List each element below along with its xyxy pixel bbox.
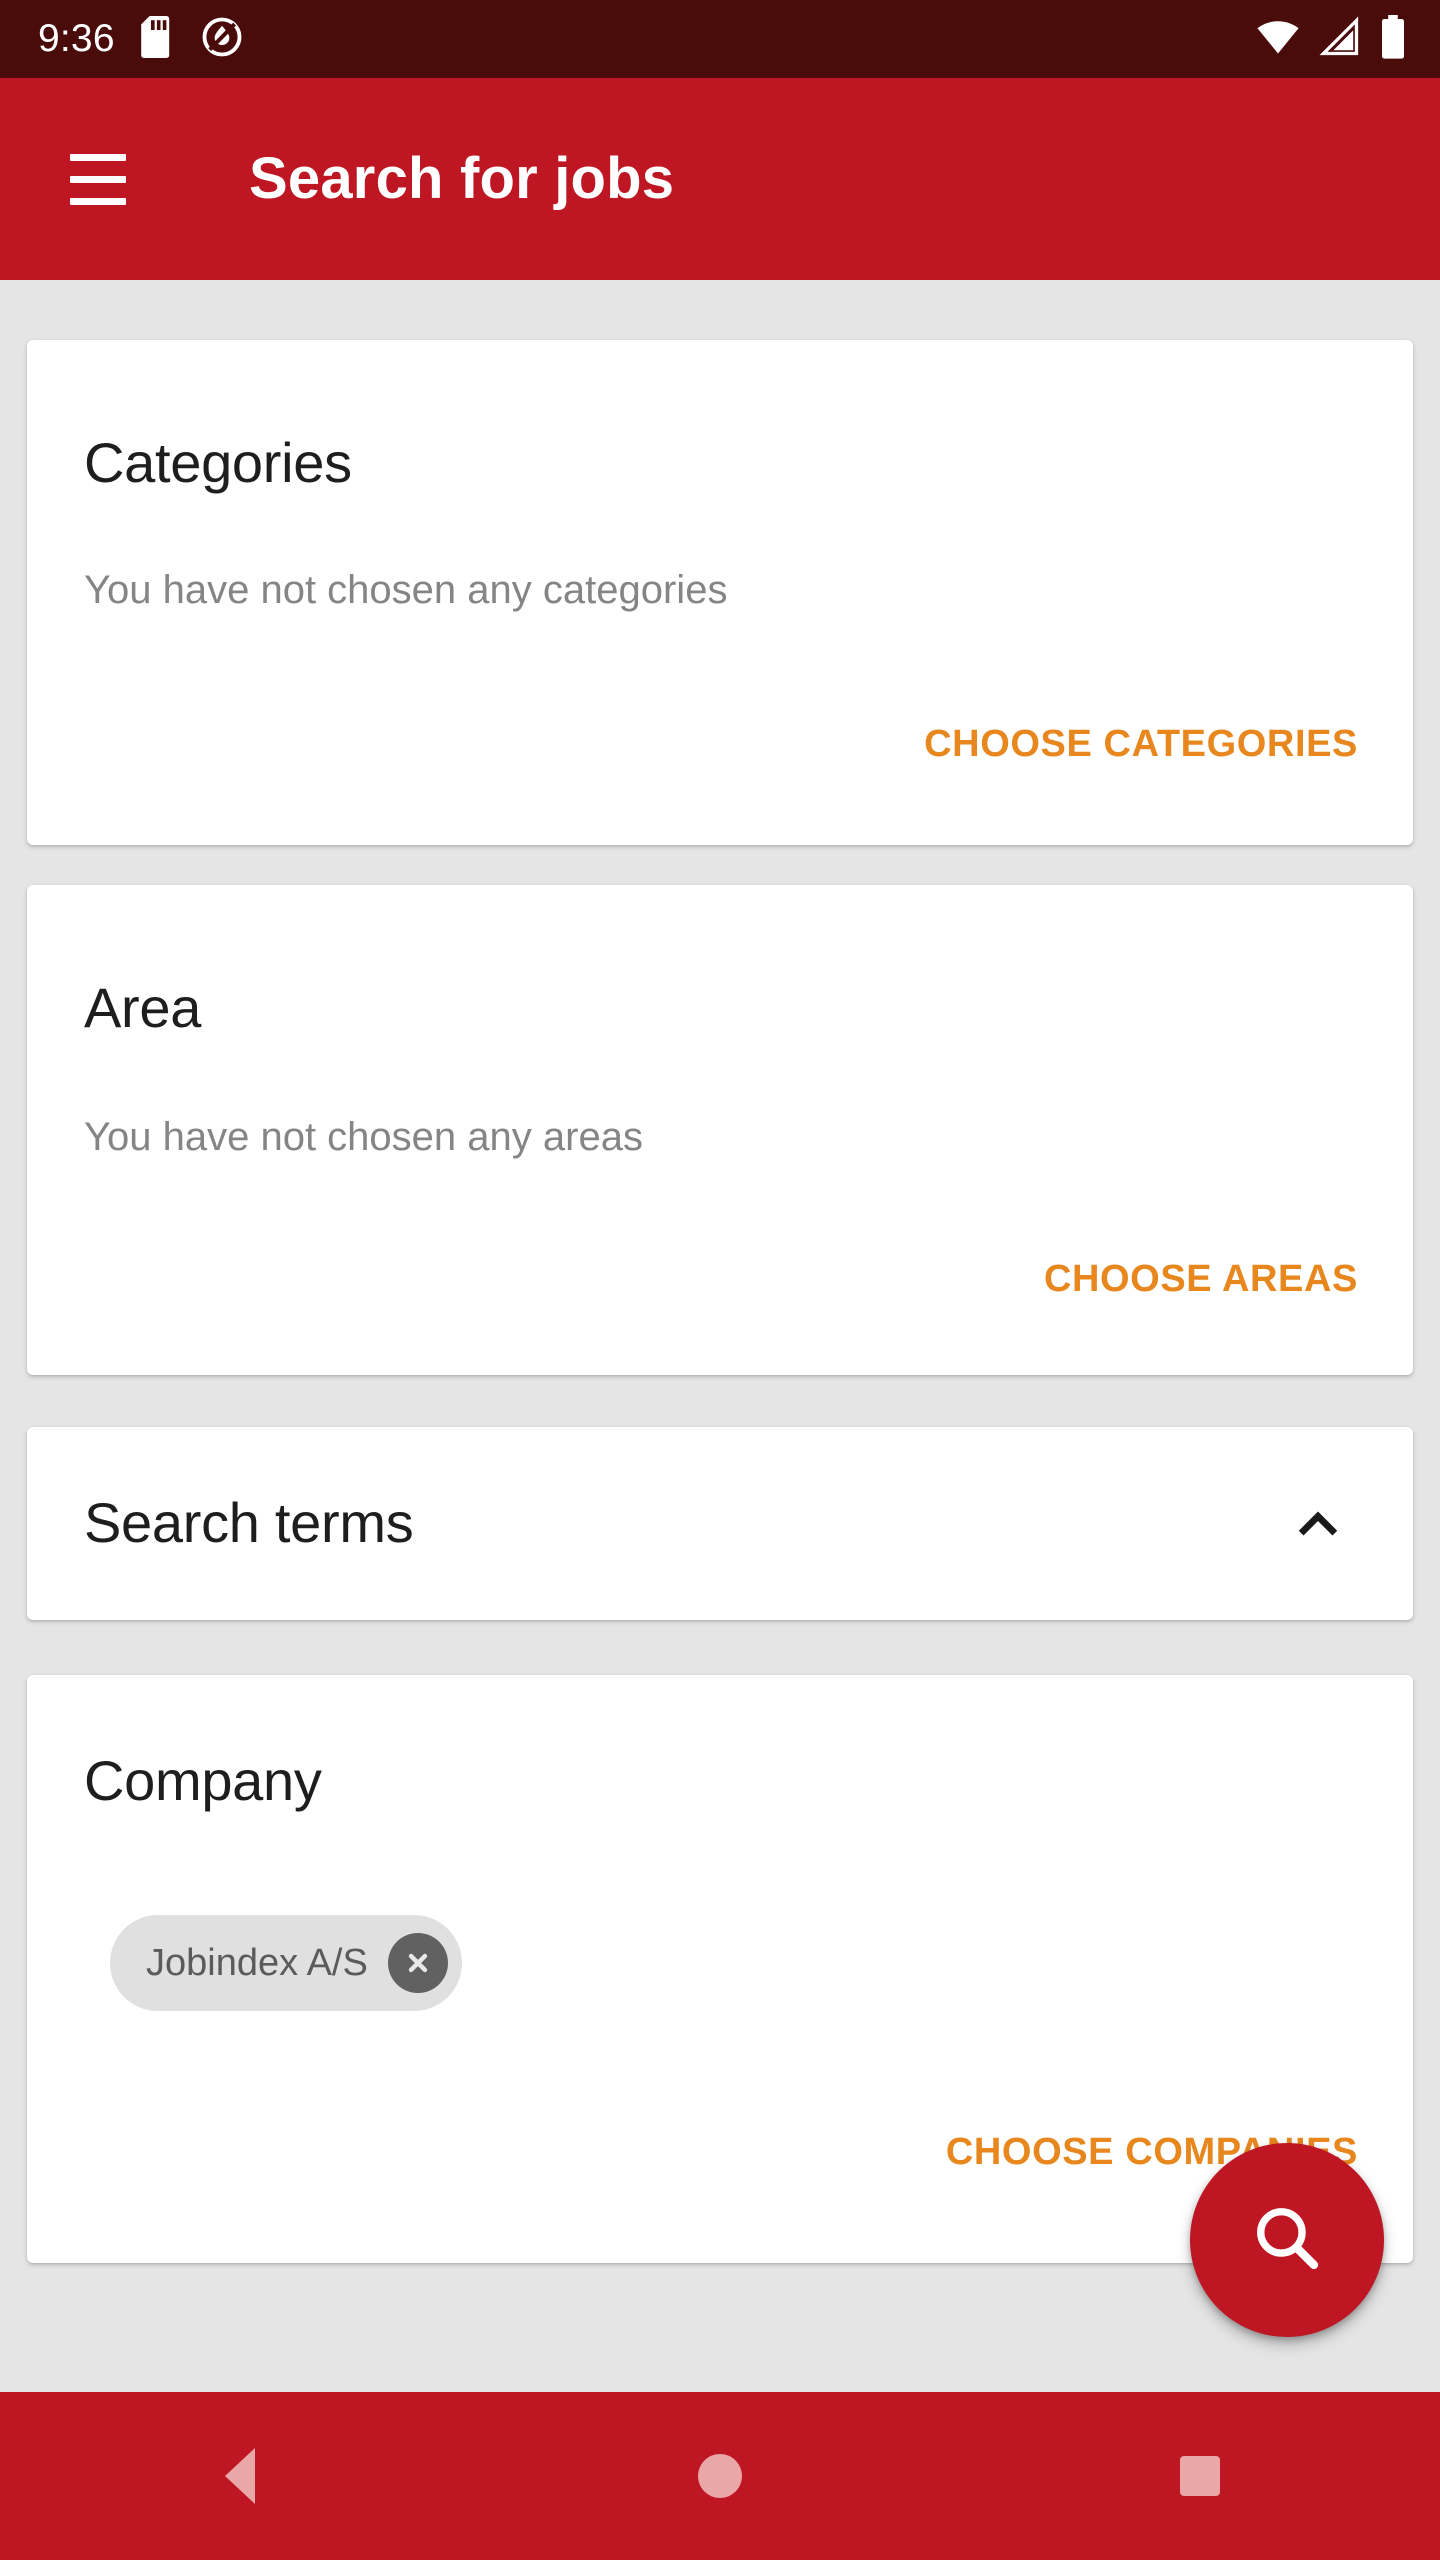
nav-home-button[interactable] — [480, 2392, 960, 2560]
app-bar: Search for jobs — [0, 78, 1440, 280]
wifi-icon — [1256, 15, 1300, 64]
company-chip[interactable]: Jobindex A/S — [110, 1915, 462, 2011]
hamburger-line — [70, 153, 126, 161]
company-title: Company — [84, 1749, 322, 1812]
circle-home-icon — [698, 2454, 742, 2498]
card-area: Area You have not chosen any areas CHOOS… — [27, 885, 1413, 1375]
battery-icon — [1380, 14, 1406, 64]
status-bar: 9:36 — [0, 0, 1440, 78]
choose-areas-button[interactable]: CHOOSE AREAS — [1044, 1260, 1358, 1298]
nav-back-button[interactable] — [0, 2392, 480, 2560]
area-title: Area — [84, 976, 202, 1039]
hamburger-line — [70, 197, 126, 205]
square-recents-icon — [1180, 2456, 1220, 2496]
card-company: Company Jobindex A/S CHOOSE COMPANIES — [27, 1675, 1413, 2263]
chevron-up-icon[interactable] — [1271, 1477, 1365, 1571]
search-icon — [1245, 2196, 1329, 2285]
status-bar-right — [1256, 14, 1406, 64]
choose-categories-button[interactable]: CHOOSE CATEGORIES — [924, 725, 1358, 763]
card-search-terms[interactable]: Search terms — [27, 1427, 1413, 1620]
categories-title: Categories — [84, 431, 352, 494]
android-navigation-bar — [0, 2392, 1440, 2560]
area-empty-text: You have not chosen any areas — [84, 1115, 643, 1159]
search-fab[interactable] — [1190, 2143, 1384, 2337]
status-bar-left: 9:36 — [38, 15, 243, 63]
company-chip-label: Jobindex A/S — [146, 1942, 368, 1984]
nav-recents-button[interactable] — [960, 2392, 1440, 2560]
hamburger-menu-icon[interactable] — [50, 131, 146, 227]
cellular-signal-icon — [1318, 15, 1362, 64]
page-title: Search for jobs — [249, 146, 675, 211]
close-icon[interactable] — [387, 1933, 448, 1993]
phone-screen: 9:36 Search for jobs Categories You have… — [0, 0, 1440, 2560]
status-bar-clock: 9:36 — [38, 16, 115, 60]
card-categories: Categories You have not chosen any categ… — [27, 340, 1413, 845]
categories-empty-text: You have not chosen any categories — [84, 568, 728, 612]
do-not-disturb-icon — [201, 16, 243, 63]
search-terms-title: Search terms — [84, 1491, 414, 1554]
hamburger-line — [70, 175, 126, 183]
sd-card-icon — [140, 15, 175, 63]
triangle-back-icon — [225, 2448, 255, 2504]
content-area: Categories You have not chosen any categ… — [0, 280, 1440, 2392]
